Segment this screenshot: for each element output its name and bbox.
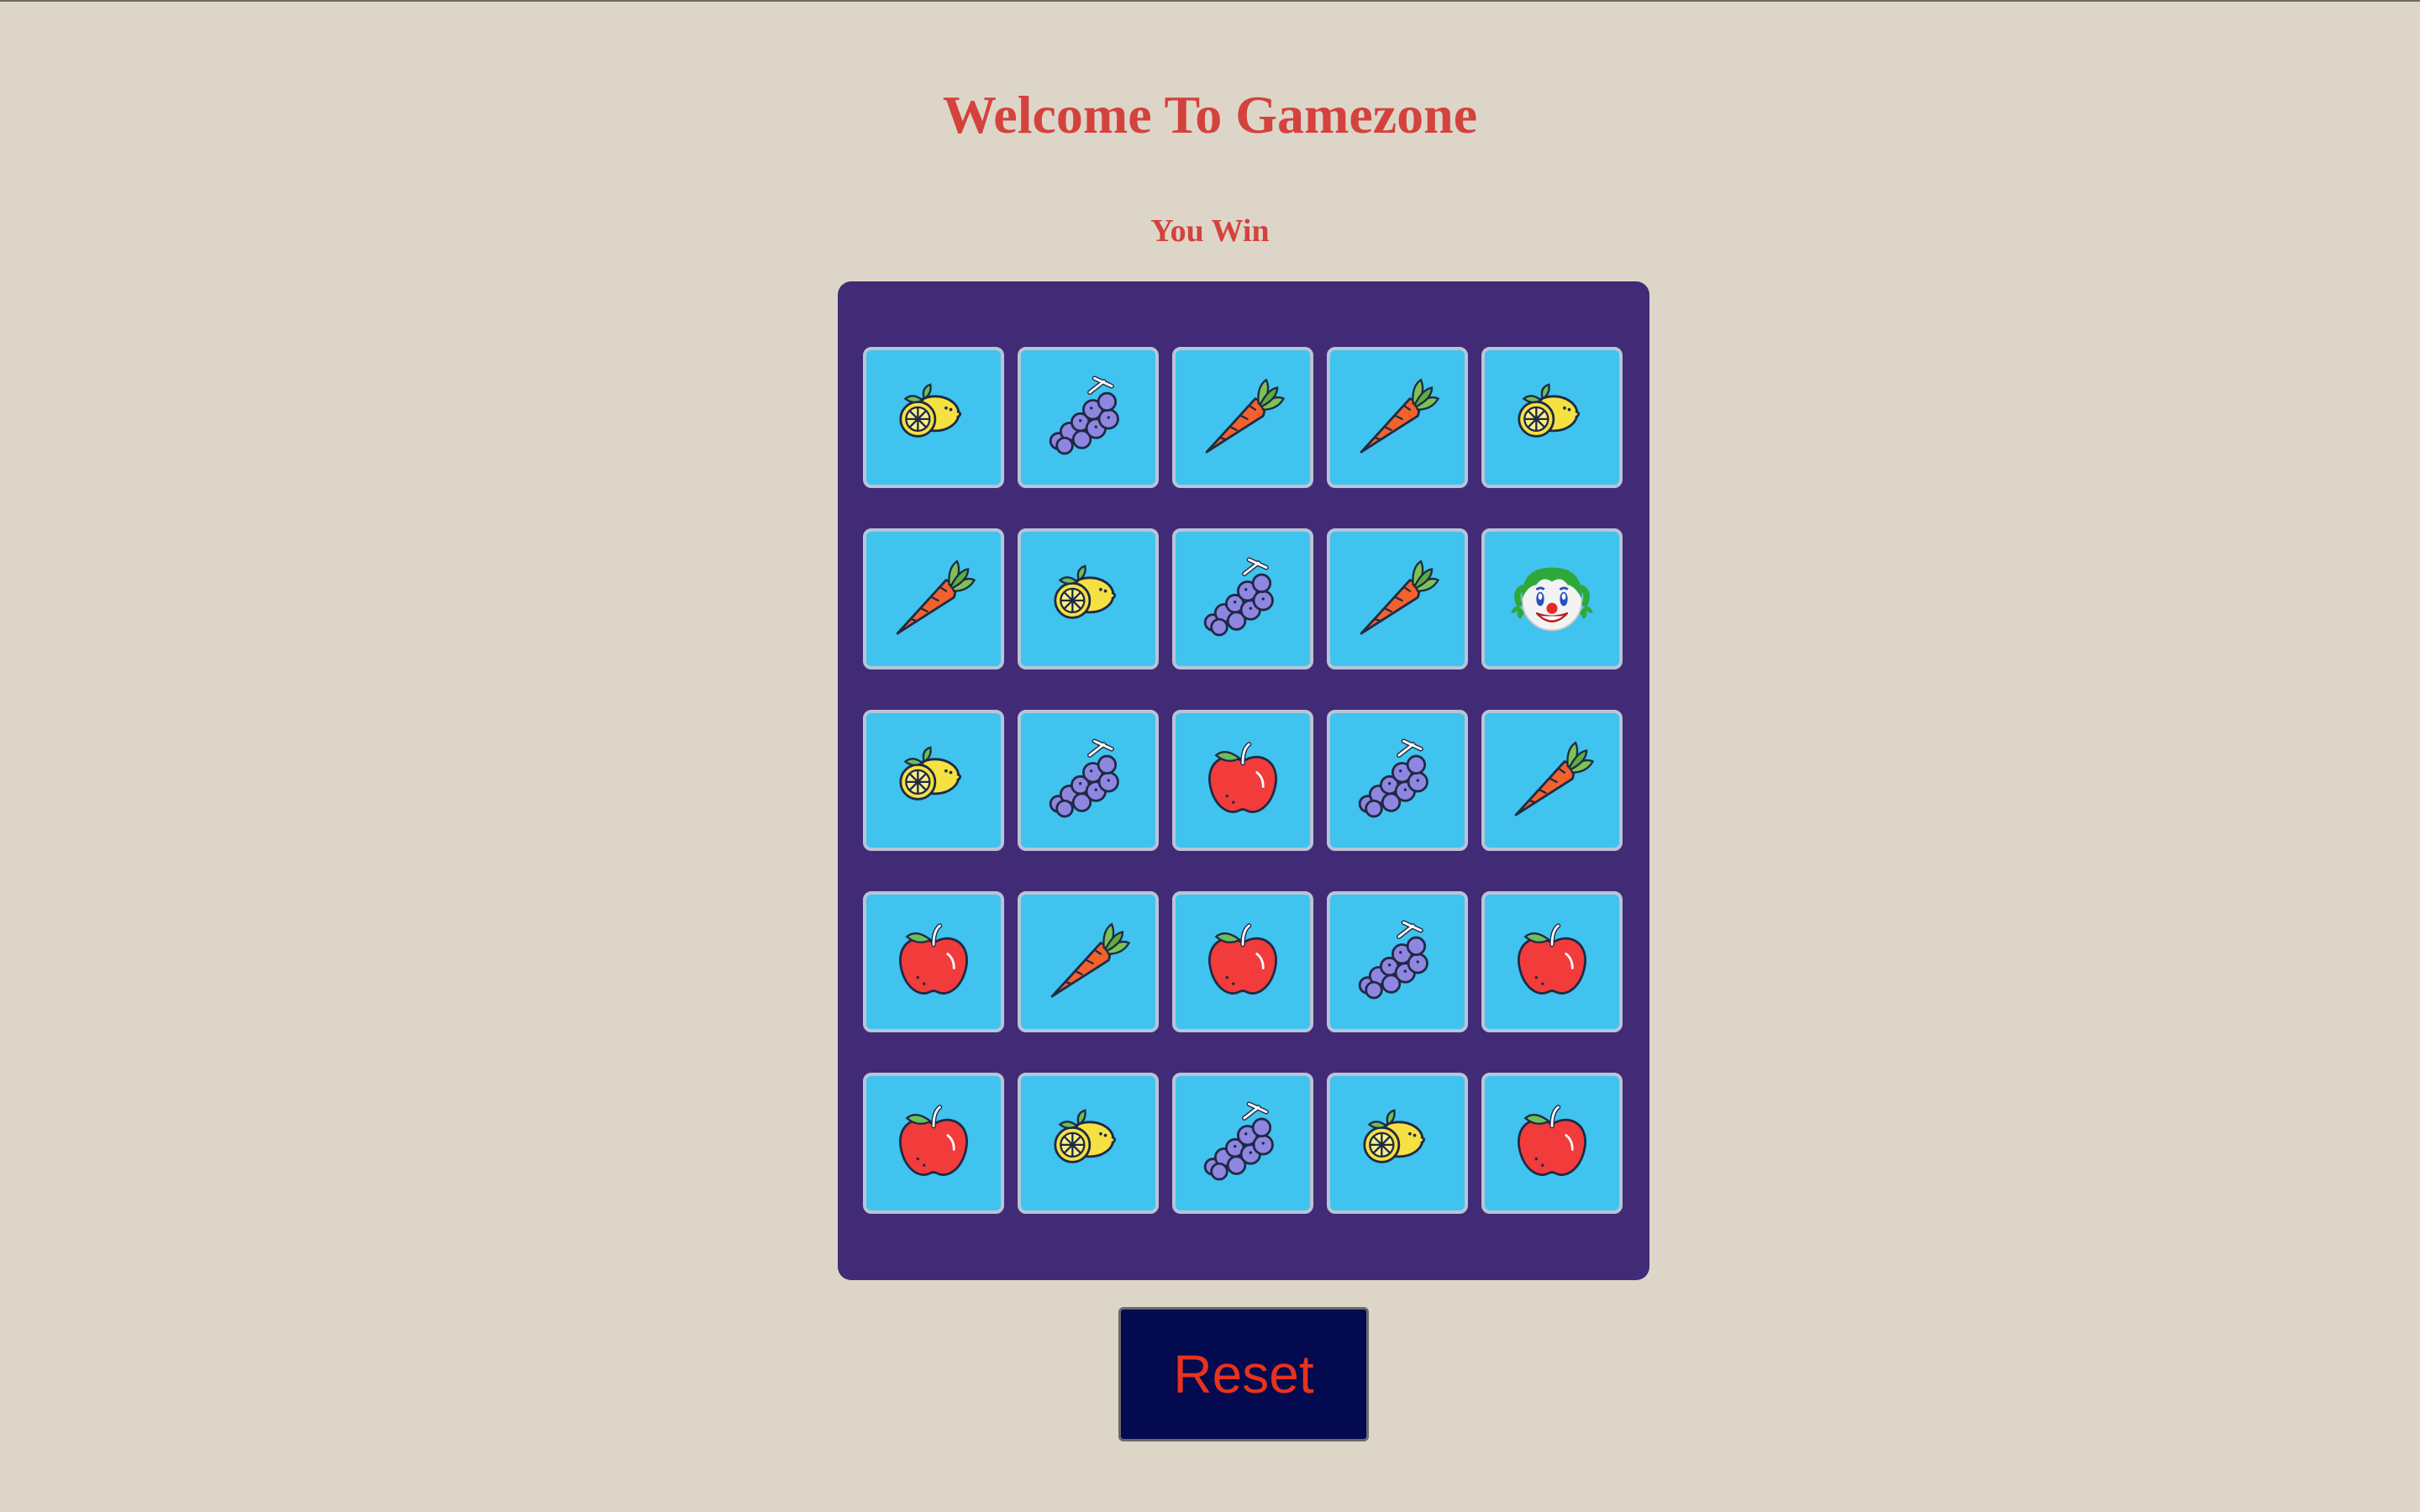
joker-icon bbox=[1505, 552, 1599, 646]
lemon-icon bbox=[1350, 1096, 1444, 1190]
game-card[interactable] bbox=[1172, 710, 1313, 851]
grapes-icon bbox=[1196, 552, 1290, 646]
lemon-icon bbox=[1505, 370, 1599, 465]
game-card[interactable] bbox=[1327, 891, 1468, 1032]
carrot-icon bbox=[1196, 370, 1290, 465]
game-card[interactable] bbox=[863, 347, 1004, 488]
lemon-icon bbox=[1041, 552, 1135, 646]
carrot-icon bbox=[1041, 915, 1135, 1009]
reset-button[interactable]: Reset bbox=[1118, 1307, 1369, 1441]
lemon-icon bbox=[1041, 1096, 1135, 1190]
apple-icon bbox=[1505, 1096, 1599, 1190]
game-card[interactable] bbox=[1327, 528, 1468, 669]
game-card[interactable] bbox=[1018, 891, 1159, 1032]
game-card[interactable] bbox=[1481, 528, 1623, 669]
game-card[interactable] bbox=[1481, 1073, 1623, 1214]
game-card[interactable] bbox=[863, 1073, 1004, 1214]
game-card[interactable] bbox=[863, 710, 1004, 851]
carrot-icon bbox=[1350, 370, 1444, 465]
game-card[interactable] bbox=[1172, 347, 1313, 488]
lemon-icon bbox=[886, 370, 981, 465]
game-card[interactable] bbox=[1481, 710, 1623, 851]
game-card[interactable] bbox=[1481, 891, 1623, 1032]
game-card[interactable] bbox=[1018, 1073, 1159, 1214]
apple-icon bbox=[1505, 915, 1599, 1009]
game-card[interactable] bbox=[1018, 710, 1159, 851]
game-card[interactable] bbox=[1172, 1073, 1313, 1214]
grapes-icon bbox=[1350, 915, 1444, 1009]
grapes-icon bbox=[1041, 733, 1135, 827]
carrot-icon bbox=[1505, 733, 1599, 827]
game-card[interactable] bbox=[863, 891, 1004, 1032]
lemon-icon bbox=[886, 733, 981, 827]
carrot-icon bbox=[886, 552, 981, 646]
grapes-icon bbox=[1041, 370, 1135, 465]
game-card[interactable] bbox=[1327, 710, 1468, 851]
game-card[interactable] bbox=[1481, 347, 1623, 488]
game-card[interactable] bbox=[1327, 347, 1468, 488]
game-card[interactable] bbox=[863, 528, 1004, 669]
page-title: Welcome To Gamezone bbox=[942, 85, 1478, 144]
game-status: You Win bbox=[1150, 213, 1270, 249]
grapes-icon bbox=[1196, 1096, 1290, 1190]
apple-icon bbox=[886, 1096, 981, 1190]
apple-icon bbox=[886, 915, 981, 1009]
game-card[interactable] bbox=[1018, 528, 1159, 669]
game-board bbox=[838, 281, 1649, 1280]
game-card[interactable] bbox=[1172, 891, 1313, 1032]
grapes-icon bbox=[1350, 733, 1444, 827]
game-card[interactable] bbox=[1327, 1073, 1468, 1214]
game-card[interactable] bbox=[1018, 347, 1159, 488]
apple-icon bbox=[1196, 915, 1290, 1009]
apple-icon bbox=[1196, 733, 1290, 827]
carrot-icon bbox=[1350, 552, 1444, 646]
game-card[interactable] bbox=[1172, 528, 1313, 669]
card-grid bbox=[863, 347, 1623, 1214]
